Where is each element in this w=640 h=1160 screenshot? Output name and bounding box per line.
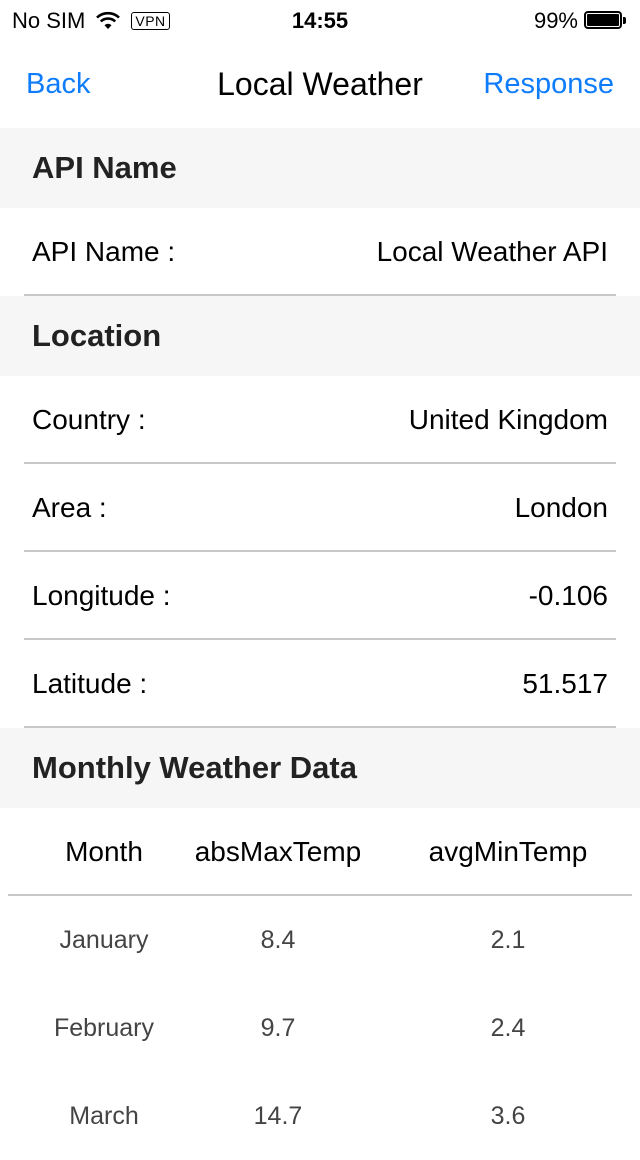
section-header-api-name: API Name [0, 128, 640, 208]
row-value: Local Weather API [376, 236, 608, 267]
abs-max-temp-cell: 8.4 [260, 926, 296, 954]
section-title: Location [32, 318, 162, 353]
row-label: API Name : [32, 236, 176, 267]
country-row: Country : United Kingdom [24, 376, 616, 464]
section-title: Monthly Weather Data [32, 750, 357, 785]
section-header-location: Location [0, 296, 640, 376]
row-value: -0.106 [528, 580, 608, 611]
response-button[interactable]: Response [483, 68, 614, 101]
column-header-abs-max-temp: absMaxTemp [194, 836, 362, 867]
area-row: Area : London [24, 464, 616, 552]
battery-icon [584, 11, 628, 31]
latitude-row: Latitude : 51.517 [24, 640, 616, 728]
month-cell: March [69, 1102, 139, 1130]
avg-min-temp-cell: 2.4 [490, 1014, 526, 1042]
api-name-row: API Name : Local Weather API [24, 208, 616, 296]
back-button[interactable]: Back [26, 68, 90, 101]
table-row: January 8.4 2.1 [8, 896, 632, 984]
month-cell: February [53, 1014, 155, 1042]
row-label: Country : [32, 404, 146, 435]
avg-min-temp-cell: 3.6 [490, 1102, 526, 1130]
month-cell: January [59, 926, 149, 954]
longitude-row: Longitude : -0.106 [24, 552, 616, 640]
section-header-monthly-weather: Monthly Weather Data [0, 728, 640, 808]
table-header: Month absMaxTemp avgMinTemp [8, 808, 632, 896]
row-label: Area : [32, 492, 107, 523]
navigation-bar: Back Local Weather Response [0, 40, 640, 128]
table-row: March 14.7 3.6 [8, 1072, 632, 1160]
avg-min-temp-cell: 2.1 [490, 926, 526, 954]
battery-percent: 99% [533, 8, 578, 33]
row-value: 51.517 [522, 668, 608, 699]
column-header-month: Month [65, 836, 143, 867]
status-bar: No SIM VPN 14:55 99% [0, 0, 640, 40]
abs-max-temp-cell: 9.7 [260, 1014, 296, 1042]
row-label: Longitude : [32, 580, 171, 611]
section-title: API Name [32, 150, 177, 185]
column-header-avg-min-temp: avgMinTemp [428, 836, 588, 867]
row-value: United Kingdom [408, 404, 608, 435]
table-row: February 9.7 2.4 [8, 984, 632, 1072]
row-label: Latitude : [32, 668, 148, 699]
status-right: 99% [534, 8, 628, 34]
row-value: London [514, 492, 608, 523]
abs-max-temp-cell: 14.7 [253, 1102, 303, 1130]
